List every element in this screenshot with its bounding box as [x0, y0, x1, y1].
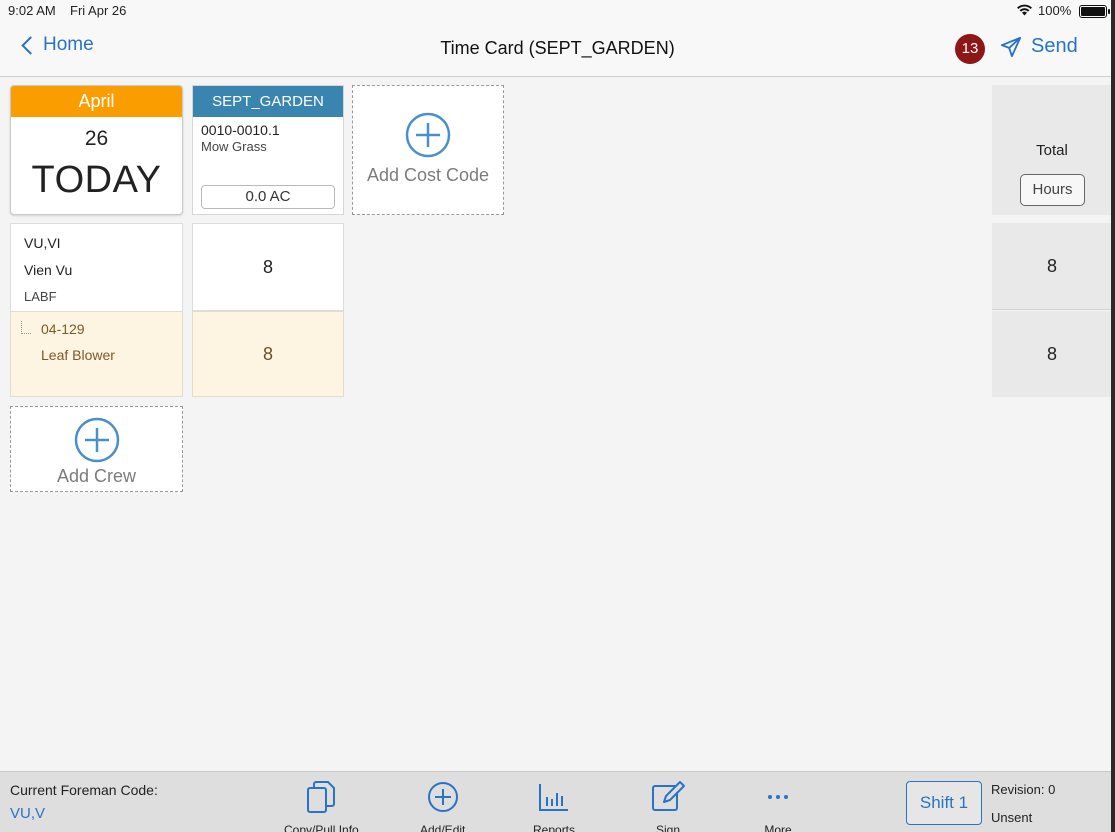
equipment-total-hours: 8: [992, 311, 1112, 397]
send-button[interactable]: Send: [1000, 35, 1078, 58]
battery-percent: 100%: [1038, 3, 1072, 18]
copy-pull-info-button[interactable]: Copy/Pull Info: [284, 780, 359, 832]
cost-code-card[interactable]: SEPT_GARDEN 0010-0010.1 Mow Grass 0.0 AC: [192, 85, 344, 215]
status-bar: 9:02 AM Fri Apr 26 100%: [0, 0, 1115, 22]
date-month: April: [11, 86, 182, 117]
crew-code: VU,VI: [24, 235, 61, 251]
copy-pull-info-label: Copy/Pull Info: [284, 823, 359, 832]
screen-edge: [1111, 0, 1115, 832]
date-today: TODAY: [31, 159, 162, 201]
edit-icon: [652, 781, 685, 811]
crew-total-hours: 8: [992, 223, 1112, 310]
add-edit-label: Add/Edit: [420, 823, 466, 832]
send-label: Send: [1031, 35, 1078, 57]
reports-button[interactable]: Reports: [533, 780, 575, 832]
crew-hours-cell[interactable]: 8: [192, 223, 344, 311]
cost-code-description: Mow Grass: [201, 139, 267, 154]
total-column-header: Total Hours: [992, 85, 1112, 215]
notification-badge[interactable]: 13: [955, 34, 985, 64]
plus-circle-icon: [405, 112, 451, 158]
foreman-code-value[interactable]: VU,V: [10, 805, 45, 822]
equipment-hours-cell[interactable]: 8: [192, 311, 344, 397]
crew-class: LABF: [24, 289, 57, 304]
status-time: 9:02 AM: [8, 3, 56, 18]
foreman-code-label: Current Foreman Code:: [10, 782, 158, 798]
equipment-id: 04-129: [41, 321, 85, 337]
page-title: Time Card (SEPT_GARDEN): [440, 38, 675, 58]
equipment-name: Leaf Blower: [41, 347, 115, 363]
add-cost-code-label: Add Cost Code: [366, 165, 490, 185]
cost-code-header: SEPT_GARDEN: [193, 86, 343, 117]
shift-button[interactable]: Shift 1: [906, 781, 982, 825]
copy-icon: [307, 781, 336, 813]
add-crew-label: Add Crew: [56, 466, 137, 486]
battery-icon: [1079, 5, 1110, 18]
navigation-bar: Home Time Card (SEPT_GARDEN) 13 Send: [0, 22, 1115, 77]
date-day: 26: [84, 127, 109, 150]
status-date: Fri Apr 26: [70, 3, 127, 18]
tree-connector-icon: [21, 321, 31, 334]
more-label: More: [764, 823, 792, 832]
cost-code-number: 0010-0010.1: [201, 122, 280, 138]
send-icon: [1000, 36, 1022, 57]
hours-toggle-button[interactable]: Hours: [1020, 174, 1085, 206]
total-title: Total: [1036, 142, 1068, 159]
crew-name: Vien Vu: [24, 262, 73, 278]
add-cost-code-button[interactable]: Add Cost Code: [352, 85, 504, 215]
plus-circle-icon: [74, 417, 119, 463]
sign-label: Sign: [655, 823, 681, 832]
plus-circle-icon: [427, 782, 458, 812]
cost-code-quantity-field[interactable]: 0.0 AC: [201, 185, 335, 209]
sign-button[interactable]: Sign: [650, 780, 686, 832]
wifi-icon: [1016, 3, 1033, 19]
bottom-toolbar: Current Foreman Code: VU,V Copy/Pull Inf…: [0, 771, 1115, 832]
reports-label: Reports: [533, 823, 576, 832]
more-button[interactable]: More: [762, 780, 794, 832]
crew-member-card[interactable]: VU,VI Vien Vu LABF: [10, 223, 183, 311]
date-card[interactable]: April 26 TODAY: [10, 85, 183, 215]
equipment-card[interactable]: 04-129 Leaf Blower: [10, 311, 183, 397]
add-edit-button[interactable]: Add/Edit: [420, 780, 465, 832]
sent-status-label: Unsent: [991, 810, 1033, 825]
bar-chart-icon: [539, 784, 569, 811]
add-crew-button[interactable]: Add Crew: [10, 406, 183, 492]
more-icon: [768, 795, 788, 799]
revision-label: Revision: 0: [991, 782, 1056, 797]
